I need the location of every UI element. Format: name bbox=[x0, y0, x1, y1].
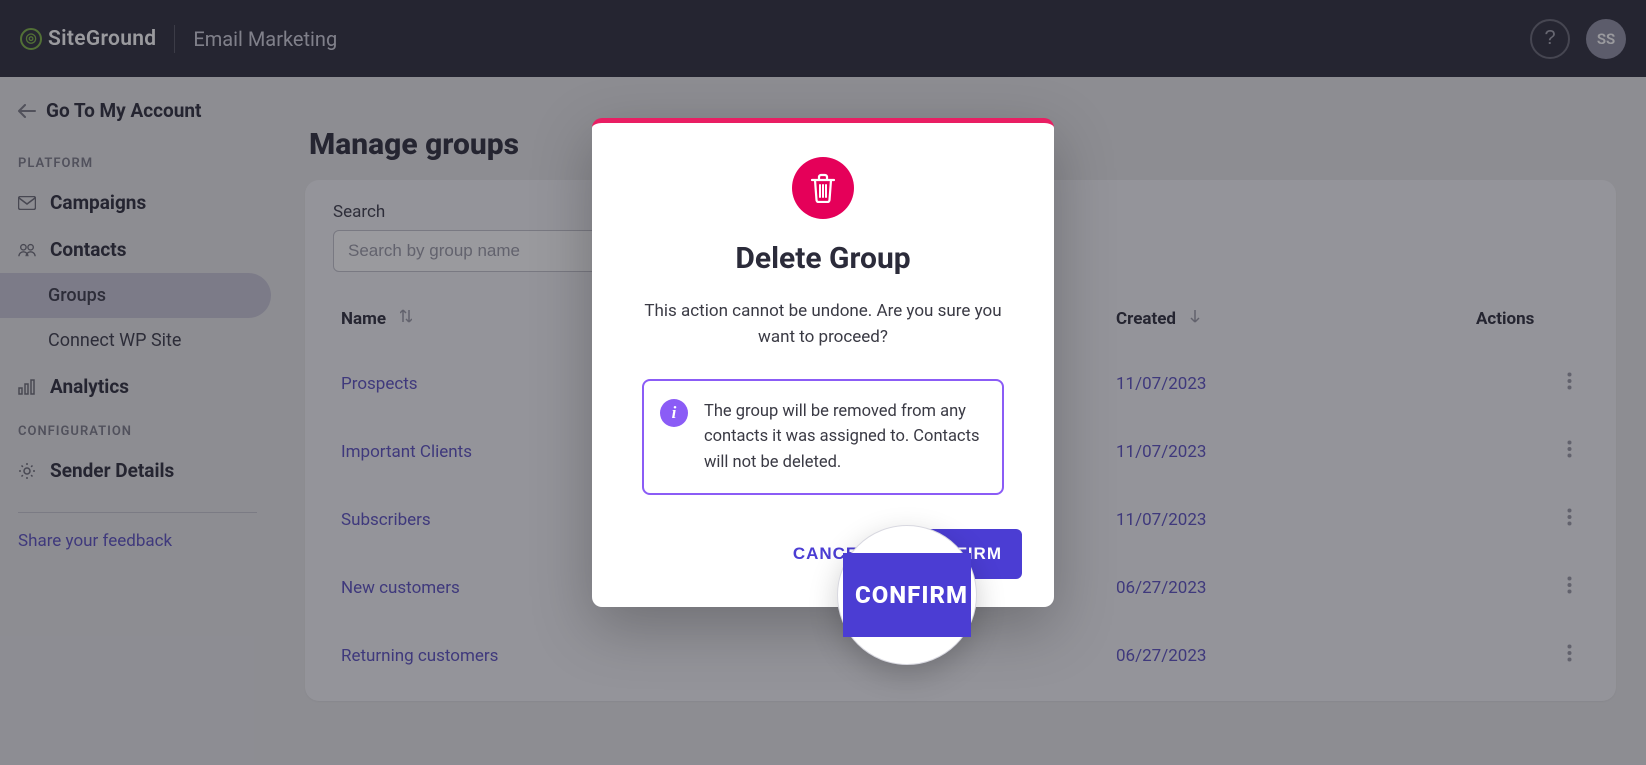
trash-icon bbox=[792, 157, 854, 219]
info-icon: i bbox=[660, 399, 688, 427]
modal-title: Delete Group bbox=[624, 241, 1022, 276]
modal-info-box: i The group will be removed from any con… bbox=[642, 379, 1004, 496]
confirm-magnified-label: CONFIRM bbox=[843, 553, 971, 637]
modal-message: This action cannot be undone. Are you su… bbox=[644, 298, 1002, 351]
confirm-magnifier: CONFIRM bbox=[837, 525, 977, 665]
modal-info-text: The group will be removed from any conta… bbox=[704, 399, 982, 476]
delete-group-modal: Delete Group This action cannot be undon… bbox=[592, 118, 1054, 607]
